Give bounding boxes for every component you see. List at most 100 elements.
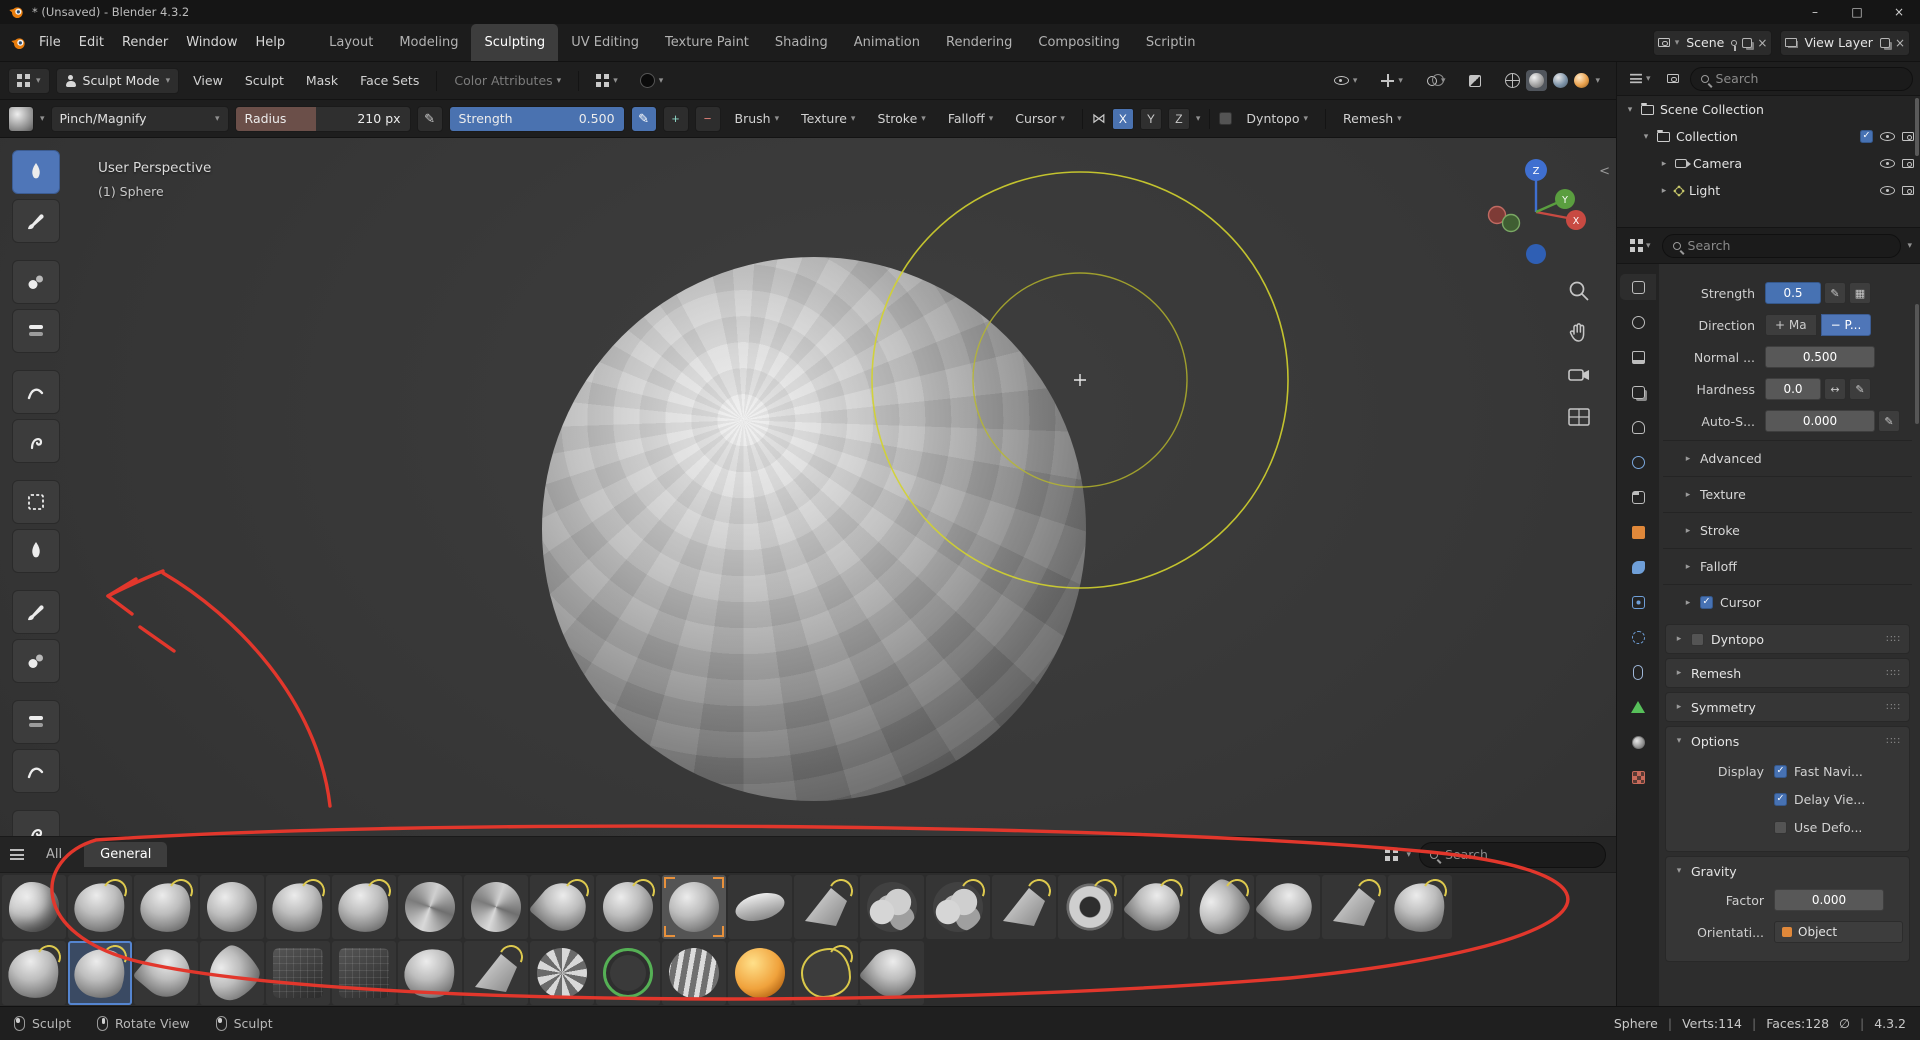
orientation-dropdown[interactable]: Object xyxy=(1774,921,1903,943)
brush-thumbnail-curl[interactable] xyxy=(398,941,462,1005)
cursor-checkbox[interactable] xyxy=(1700,596,1713,609)
region-toggle-arrow[interactable]: < xyxy=(1599,164,1610,179)
outliner-editor-type-button[interactable]: ▾ xyxy=(1624,67,1656,91)
brush-name-dropdown[interactable]: Pinch/Magnify▾ xyxy=(51,106,229,132)
shelf-menu-icon[interactable] xyxy=(10,849,24,860)
outliner-scrollbar[interactable] xyxy=(1915,98,1919,156)
workspace-tab-compositing[interactable]: Compositing xyxy=(1025,24,1133,61)
brush-thumbnail-drop[interactable] xyxy=(530,875,594,939)
menu-edit[interactable]: Edit xyxy=(70,29,113,56)
brush-thumbnail-dark[interactable] xyxy=(266,941,330,1005)
tool-crease[interactable] xyxy=(12,480,60,524)
close-button[interactable]: × xyxy=(1878,0,1920,24)
tool-draw[interactable] xyxy=(12,150,60,194)
properties-tab-texture[interactable] xyxy=(1620,764,1656,790)
brush-thumbnail-curl[interactable] xyxy=(68,941,132,1005)
grid-toggle-icon[interactable] xyxy=(1566,404,1592,430)
subpanel-texture[interactable]: ▸Texture xyxy=(1663,476,1912,512)
row-label[interactable]: Scene Collection xyxy=(1660,102,1764,117)
texture-mask-icon[interactable]: ▦ xyxy=(1849,282,1871,304)
brush-thumbnail-round[interactable] xyxy=(662,875,726,939)
symmetry-z-toggle[interactable]: Z xyxy=(1168,108,1190,130)
outliner-row-collection[interactable]: ▾ Collection xyxy=(1617,123,1920,150)
brush-thumbnail-curl[interactable] xyxy=(1388,875,1452,939)
render-visibility-icon[interactable] xyxy=(1902,186,1914,195)
brush-thumbnail-ring[interactable] xyxy=(1058,875,1122,939)
cursor-popover[interactable]: Cursor▾ xyxy=(1007,106,1073,132)
menu-mask[interactable]: Mask xyxy=(298,68,346,94)
menu-help[interactable]: Help xyxy=(247,29,295,56)
pressure-icon[interactable]: ✎ xyxy=(1849,378,1871,400)
tool-grab[interactable] xyxy=(12,749,60,793)
brush-thumbnail-spiral[interactable] xyxy=(530,941,594,1005)
use-deform-checkbox[interactable] xyxy=(1774,821,1787,834)
properties-tab-object-data[interactable] xyxy=(1620,694,1656,720)
tool-draw-sharp[interactable] xyxy=(12,199,60,243)
workspace-tab-texture-paint[interactable]: Texture Paint xyxy=(652,24,762,61)
invert-icon[interactable]: ↔ xyxy=(1824,378,1846,400)
blender-menu-icon[interactable] xyxy=(10,35,26,51)
display-mode-icon[interactable] xyxy=(1385,848,1398,861)
panel-dyntopo[interactable]: ▸Dyntopo∷∷ xyxy=(1665,624,1910,654)
workspace-tab-rendering[interactable]: Rendering xyxy=(933,24,1025,61)
menu-window[interactable]: Window xyxy=(177,29,246,56)
outliner-row-light[interactable]: ▸ Light xyxy=(1617,177,1920,204)
drag-handle-icon[interactable]: ∷∷ xyxy=(1886,702,1901,713)
brush-thumbnail-cloud[interactable] xyxy=(860,875,924,939)
xray-toggle[interactable] xyxy=(1461,68,1489,94)
expand-icon[interactable]: ▾ xyxy=(1641,132,1651,142)
strength-slider[interactable]: Strength 0.500 xyxy=(449,106,625,132)
delay-viewport-checkbox[interactable] xyxy=(1774,793,1787,806)
remove-view-layer-icon[interactable]: × xyxy=(1895,36,1905,50)
brush-thumbnail-hook[interactable] xyxy=(200,941,264,1005)
properties-tab-view-layer[interactable] xyxy=(1620,379,1656,405)
strength-pressure-button[interactable]: ✎ xyxy=(631,106,657,132)
pressure-icon[interactable]: ✎ xyxy=(1878,410,1900,432)
workspace-tab-animation[interactable]: Animation xyxy=(841,24,933,61)
outliner-search-input[interactable] xyxy=(1716,71,1902,86)
brush-thumbnail-curl[interactable] xyxy=(332,875,396,939)
tool-pinch[interactable] xyxy=(12,700,60,744)
brush-thumbnail-ball-orange[interactable] xyxy=(728,941,792,1005)
render-visibility-icon[interactable] xyxy=(1902,132,1914,141)
hardness-field[interactable]: 0.0 xyxy=(1765,378,1821,400)
panel-symmetry[interactable]: ▸Symmetry∷∷ xyxy=(1665,692,1910,722)
properties-tab-physics[interactable] xyxy=(1620,624,1656,650)
properties-tab-modifiers[interactable] xyxy=(1620,554,1656,580)
tool-flatten[interactable] xyxy=(12,590,60,634)
brush-thumbnail-drop[interactable] xyxy=(860,941,924,1005)
properties-tab-material[interactable] xyxy=(1620,729,1656,755)
direction-pinch-button[interactable]: − P... xyxy=(1821,314,1872,336)
expand-icon[interactable]: ▸ xyxy=(1659,186,1669,196)
brush-thumbnail-plane[interactable] xyxy=(728,875,792,939)
shelf-search-input[interactable] xyxy=(1445,847,1595,862)
brush-thumbnail-curl[interactable] xyxy=(266,875,330,939)
properties-search[interactable] xyxy=(1662,234,1902,258)
brush-thumbnail-curl[interactable] xyxy=(134,875,198,939)
menu-view[interactable]: View xyxy=(185,68,231,94)
viewport-3d[interactable]: User Perspective (1) Sphere < Z Y X xyxy=(0,138,1616,1006)
scene-name[interactable]: Scene xyxy=(1684,35,1726,50)
properties-tab-object[interactable] xyxy=(1620,519,1656,545)
row-label[interactable]: Collection xyxy=(1676,129,1738,144)
subpanel-stroke[interactable]: ▸Stroke xyxy=(1663,512,1912,548)
brush-thumbnail-outline[interactable] xyxy=(794,941,858,1005)
drag-handle-icon[interactable]: ∷∷ xyxy=(1886,668,1901,679)
pressure-icon[interactable]: ✎ xyxy=(1824,282,1846,304)
properties-tab-particles[interactable] xyxy=(1620,589,1656,615)
falloff-popover[interactable]: Falloff▾ xyxy=(940,106,1001,132)
brush-thumbnail-curl[interactable] xyxy=(68,875,132,939)
workspace-tab-layout[interactable]: Layout xyxy=(316,24,386,61)
remesh-popover[interactable]: Remesh▾ xyxy=(1335,106,1410,132)
view-layer-icon[interactable] xyxy=(1785,38,1797,47)
subpanel-falloff[interactable]: ▸Falloff xyxy=(1663,548,1912,584)
brush-thumbnail-swirl[interactable] xyxy=(398,875,462,939)
brush-thumbnail-drop[interactable] xyxy=(1124,875,1188,939)
menu-file[interactable]: File xyxy=(30,29,70,56)
radius-slider[interactable]: Radius 210 px xyxy=(235,106,411,132)
shelf-tab-general[interactable]: General xyxy=(84,842,167,867)
outliner-filter-button[interactable] xyxy=(1662,67,1684,91)
properties-tab-tool[interactable] xyxy=(1620,274,1656,300)
row-label[interactable]: Light xyxy=(1689,183,1720,198)
menu-face-sets[interactable]: Face Sets xyxy=(352,68,427,94)
